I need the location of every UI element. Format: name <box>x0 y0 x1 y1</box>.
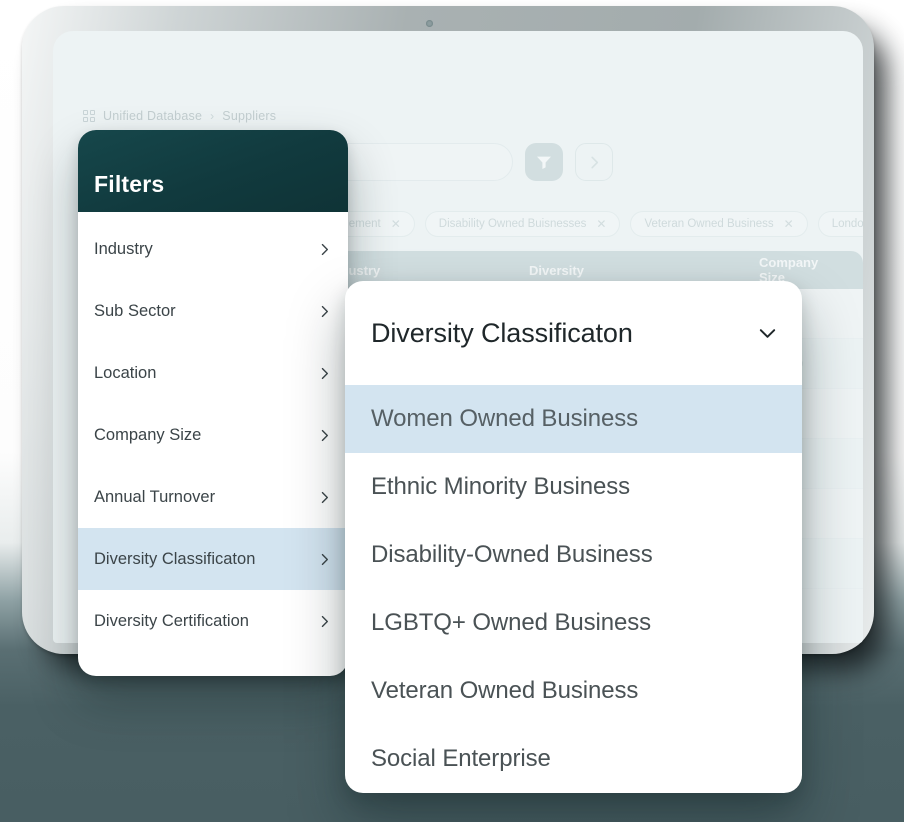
dropdown-option-label: LGBTQ+ Owned Business <box>371 609 651 637</box>
column-header-diversity[interactable]: Diversity <box>513 263 743 278</box>
filter-item-label: Diversity Certification <box>94 612 249 631</box>
dropdown-option-label: Ethnic Minority Business <box>371 473 630 501</box>
dropdown-option-label: Veteran Owned Business <box>371 677 638 705</box>
dropdown-option-disability-owned-business[interactable]: Disability-Owned Business <box>345 521 802 589</box>
filter-item-annual-turnover[interactable]: Annual Turnover <box>78 466 348 528</box>
filter-chip[interactable]: Veteran Owned Business ✕ <box>630 211 807 237</box>
filter-item-label: Industry <box>94 240 153 259</box>
next-page-button[interactable] <box>575 143 613 181</box>
chevron-right-icon <box>318 305 331 318</box>
filter-item-label: Sub Sector <box>94 302 176 321</box>
filter-chip[interactable]: London ✕ <box>818 211 863 237</box>
chevron-right-icon <box>318 491 331 504</box>
filter-chip-label: London <box>832 218 863 230</box>
filter-item-label: Annual Turnover <box>94 488 215 507</box>
filters-panel-title: Filters <box>94 171 164 198</box>
chevron-down-icon[interactable] <box>757 323 778 344</box>
chevron-right-icon <box>587 155 602 170</box>
diversity-classification-dropdown: Diversity Classificaton Women Owned Busi… <box>345 281 802 793</box>
breadcrumb: Unified Database › Suppliers <box>83 109 276 123</box>
grid-icon <box>83 110 95 122</box>
breadcrumb-current[interactable]: Suppliers <box>222 109 276 123</box>
dropdown-option-veteran-owned-business[interactable]: Veteran Owned Business <box>345 657 802 725</box>
close-icon[interactable]: ✕ <box>391 217 401 231</box>
filter-item-label: Company Size <box>94 426 201 445</box>
filter-button[interactable] <box>525 143 563 181</box>
filter-item-industry[interactable]: Industry <box>78 218 348 280</box>
dropdown-option-lgbtq-owned-business[interactable]: LGBTQ+ Owned Business <box>345 589 802 657</box>
dropdown-option-label: Social Enterprise <box>371 745 551 773</box>
chevron-right-icon <box>318 429 331 442</box>
chevron-right-icon <box>318 367 331 380</box>
filter-item-company-size[interactable]: Company Size <box>78 404 348 466</box>
filter-chip[interactable]: Disability Owned Buisnesses ✕ <box>425 211 621 237</box>
funnel-icon <box>536 155 552 169</box>
filter-chip-label: Disability Owned Buisnesses <box>439 218 587 230</box>
close-icon[interactable]: ✕ <box>596 217 606 231</box>
close-icon[interactable]: ✕ <box>784 217 794 231</box>
filters-panel: Filters Industry Sub Sector Location Com… <box>78 130 348 676</box>
chevron-right-icon <box>318 553 331 566</box>
filter-item-diversity-classification[interactable]: Diversity Classificaton <box>78 528 348 590</box>
dropdown-option-women-owned-business[interactable]: Women Owned Business <box>345 385 802 453</box>
breadcrumb-separator: › <box>210 109 214 123</box>
filter-item-location[interactable]: Location <box>78 342 348 404</box>
camera-dot-icon <box>426 20 433 27</box>
filters-panel-header: Filters <box>78 130 348 212</box>
dropdown-option-label: Women Owned Business <box>371 405 638 433</box>
chevron-right-icon <box>318 243 331 256</box>
filter-item-diversity-certification[interactable]: Diversity Certification <box>78 590 348 652</box>
filter-chip-label: Veteran Owned Business <box>644 218 773 230</box>
dropdown-header[interactable]: Diversity Classificaton <box>345 281 802 385</box>
chevron-right-icon <box>318 615 331 628</box>
dropdown-title: Diversity Classificaton <box>371 318 633 349</box>
breadcrumb-root[interactable]: Unified Database <box>103 109 202 123</box>
filter-item-label: Location <box>94 364 156 383</box>
filter-item-sub-sector[interactable]: Sub Sector <box>78 280 348 342</box>
dropdown-option-social-enterprise[interactable]: Social Enterprise <box>345 725 802 793</box>
dropdown-option-label: Disability-Owned Business <box>371 541 653 569</box>
filters-panel-list: Industry Sub Sector Location Company Siz… <box>78 212 348 676</box>
filter-item-label: Diversity Classificaton <box>94 550 255 569</box>
dropdown-option-ethnic-minority-business[interactable]: Ethnic Minority Business <box>345 453 802 521</box>
